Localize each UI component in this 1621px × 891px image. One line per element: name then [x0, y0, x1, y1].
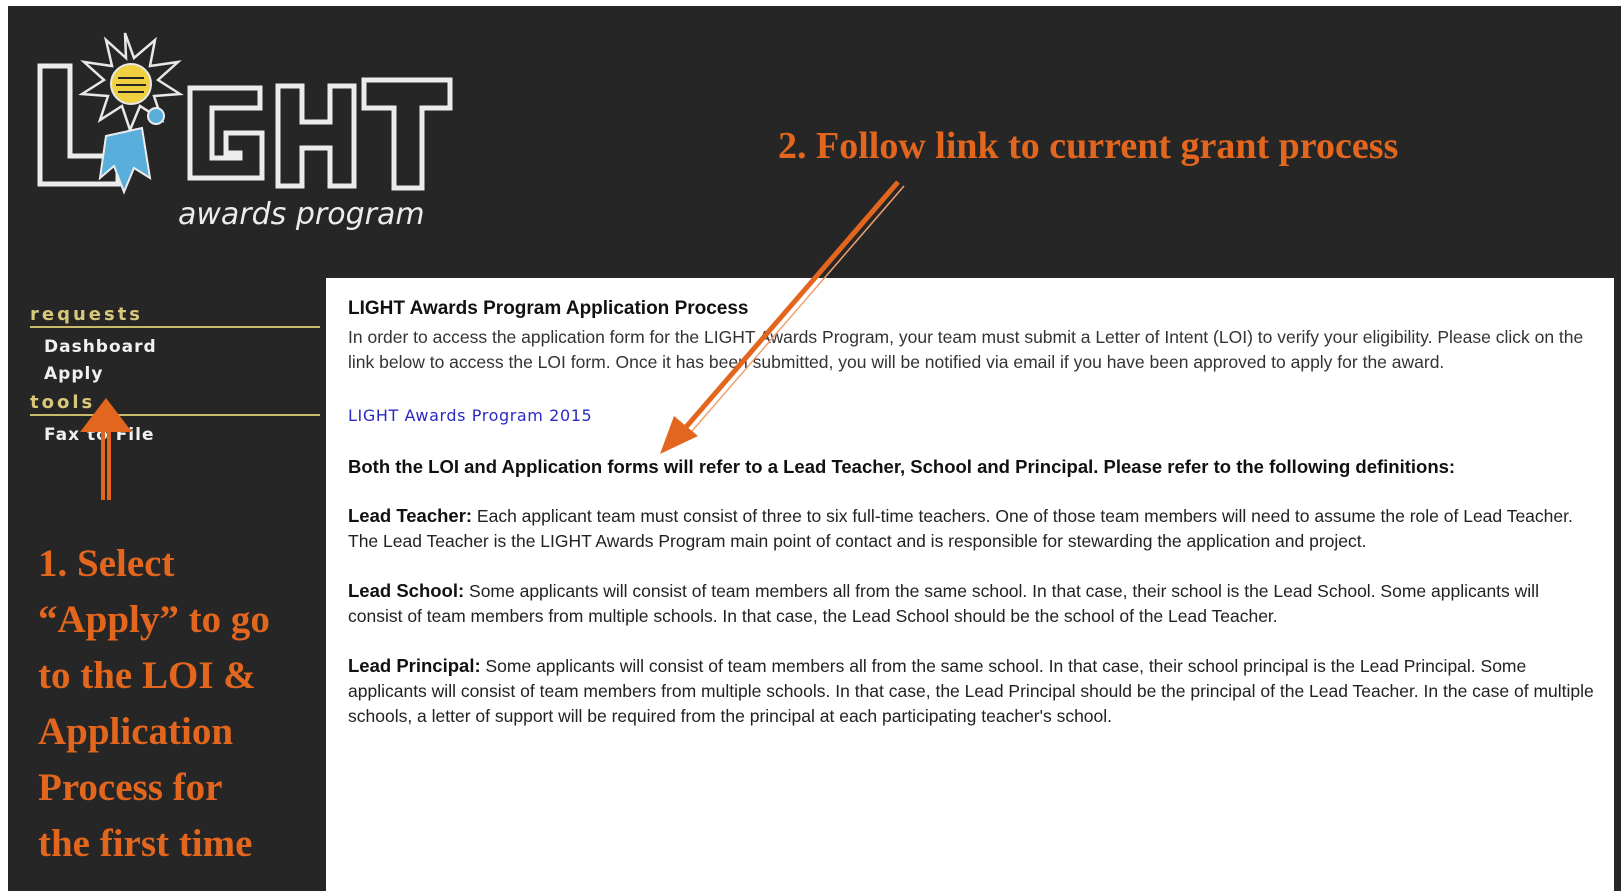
sidebar-heading-tools: tools	[30, 392, 320, 416]
annotation-step-1: 1. Select “Apply” to go to the LOI & App…	[38, 536, 338, 872]
sidebar: requests Dashboard Apply tools Fax to Fi…	[30, 304, 320, 449]
light-awards-logo[interactable]: awards program	[30, 28, 460, 248]
ribbon-icon	[98, 107, 165, 195]
annotation-step-1-line: the first time	[38, 822, 253, 865]
sidebar-item-fax-to-file[interactable]: Fax to File	[30, 422, 320, 449]
sidebar-item-apply[interactable]: Apply	[30, 361, 320, 388]
annotation-step-1-line: “Apply” to go	[38, 598, 270, 641]
annotation-step-1-line: Process for	[38, 766, 223, 809]
definition-lead-teacher: Lead Teacher: Each applicant team must c…	[348, 503, 1594, 554]
definition-text: Each applicant team must consist of thre…	[348, 506, 1573, 551]
definitions-intro: Both the LOI and Application forms will …	[348, 456, 1456, 477]
definition-text: Some applicants will consist of team mem…	[348, 656, 1594, 726]
definition-term: Lead Teacher:	[348, 505, 473, 526]
annotation-step-2: 2. Follow link to current grant process	[778, 125, 1399, 167]
sidebar-heading-requests: requests	[30, 304, 320, 328]
definition-text: Some applicants will consist of team mem…	[348, 581, 1539, 626]
sidebar-item-dashboard[interactable]: Dashboard	[30, 334, 320, 361]
definition-term: Lead Principal:	[348, 655, 481, 676]
sun-icon	[78, 32, 184, 134]
definition-lead-principal: Lead Principal: Some applicants will con…	[348, 653, 1594, 729]
annotation-step-1-line: 1. Select	[38, 542, 175, 585]
app-frame: awards program 2. Follow link to current…	[8, 6, 1621, 891]
definition-term: Lead School:	[348, 580, 465, 601]
intro-paragraph: In order to access the application form …	[348, 327, 1584, 372]
page-title: LIGHT Awards Program Application Process	[348, 298, 749, 319]
annotation-step-1-line: Application	[38, 710, 234, 753]
definition-lead-school: Lead School: Some applicants will consis…	[348, 578, 1594, 629]
main-content: LIGHT Awards Program Application Process…	[326, 278, 1614, 891]
program-2015-link[interactable]: LIGHT Awards Program 2015	[348, 403, 1594, 428]
logo-graphic: awards program	[37, 32, 453, 232]
annotation-step-1-line: to the LOI &	[38, 654, 256, 697]
svg-text:awards program: awards program	[178, 197, 425, 232]
